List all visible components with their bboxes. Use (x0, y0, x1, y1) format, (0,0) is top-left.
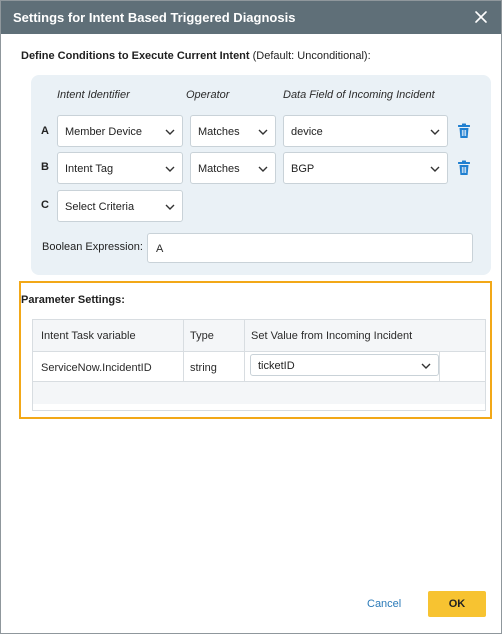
conditions-panel: Intent Identifier Operator Data Field of… (31, 75, 491, 275)
close-icon[interactable] (471, 7, 491, 27)
conditions-heading-note: (Default: Unconditional): (252, 50, 371, 62)
dialog-titlebar: Settings for Intent Based Triggered Diag… (1, 1, 501, 34)
row-letter-b: B (41, 161, 49, 173)
intent-identifier-select-a[interactable]: Member Device (57, 115, 183, 147)
ok-button-label: OK (448, 598, 466, 610)
chevron-down-icon (430, 166, 440, 172)
conditions-heading: Define Conditions to Execute Current Int… (21, 50, 371, 62)
parameter-table-header: Intent Task variable Type Set Value from… (33, 320, 485, 352)
trash-icon[interactable] (457, 123, 471, 139)
operator-value-a: Matches (198, 126, 240, 138)
operator-value-b: Matches (198, 163, 240, 175)
variable-cell: ServiceNow.IncidentID (41, 362, 152, 374)
boolean-expression-value: A (156, 243, 164, 255)
boolean-expression-input[interactable]: A (147, 233, 473, 263)
chevron-down-icon (258, 166, 268, 172)
chevron-down-icon (165, 204, 175, 210)
row-letter-a: A (41, 125, 49, 137)
conditions-heading-text: Define Conditions to Execute Current Int… (21, 50, 250, 62)
header-set-value: Set Value from Incoming Incident (251, 330, 413, 342)
data-field-select-a[interactable]: device (283, 115, 448, 147)
chevron-down-icon (430, 129, 440, 135)
ok-button[interactable]: OK (428, 591, 486, 617)
header-type: Type (190, 330, 214, 342)
trash-icon[interactable] (457, 160, 471, 176)
chevron-down-icon (165, 129, 175, 135)
type-cell: string (190, 362, 217, 374)
boolean-expression-label: Boolean Expression: (42, 241, 143, 253)
dialog: Settings for Intent Based Triggered Diag… (0, 0, 502, 634)
column-intent-identifier: Intent Identifier (57, 89, 130, 101)
data-field-select-b[interactable]: BGP (283, 152, 448, 184)
intent-identifier-select-b[interactable]: Intent Tag (57, 152, 183, 184)
intent-identifier-select-c[interactable]: Select Criteria (57, 190, 183, 222)
intent-identifier-value-c: Select Criteria (65, 201, 135, 213)
data-field-value-a: device (291, 126, 323, 138)
cancel-button[interactable]: Cancel (367, 598, 401, 610)
operator-select-a[interactable]: Matches (190, 115, 276, 147)
column-operator: Operator (186, 89, 230, 101)
dialog-title: Settings for Intent Based Triggered Diag… (13, 10, 296, 25)
intent-identifier-value-a: Member Device (65, 126, 143, 138)
empty-row (33, 382, 485, 404)
parameter-settings-title: Parameter Settings: (21, 294, 125, 306)
row-letter-c: C (41, 199, 49, 211)
operator-select-b[interactable]: Matches (190, 152, 276, 184)
chevron-down-icon (258, 129, 268, 135)
set-value-select[interactable]: ticketID (250, 354, 439, 376)
column-data-field: Data Field of Incoming Incident (283, 89, 435, 101)
parameter-table: Intent Task variable Type Set Value from… (32, 319, 486, 411)
chevron-down-icon (421, 363, 431, 369)
chevron-down-icon (165, 166, 175, 172)
header-intent-task-variable: Intent Task variable (41, 330, 136, 342)
intent-identifier-value-b: Intent Tag (65, 163, 114, 175)
data-field-value-b: BGP (291, 163, 315, 175)
set-value-value: ticketID (258, 360, 295, 372)
